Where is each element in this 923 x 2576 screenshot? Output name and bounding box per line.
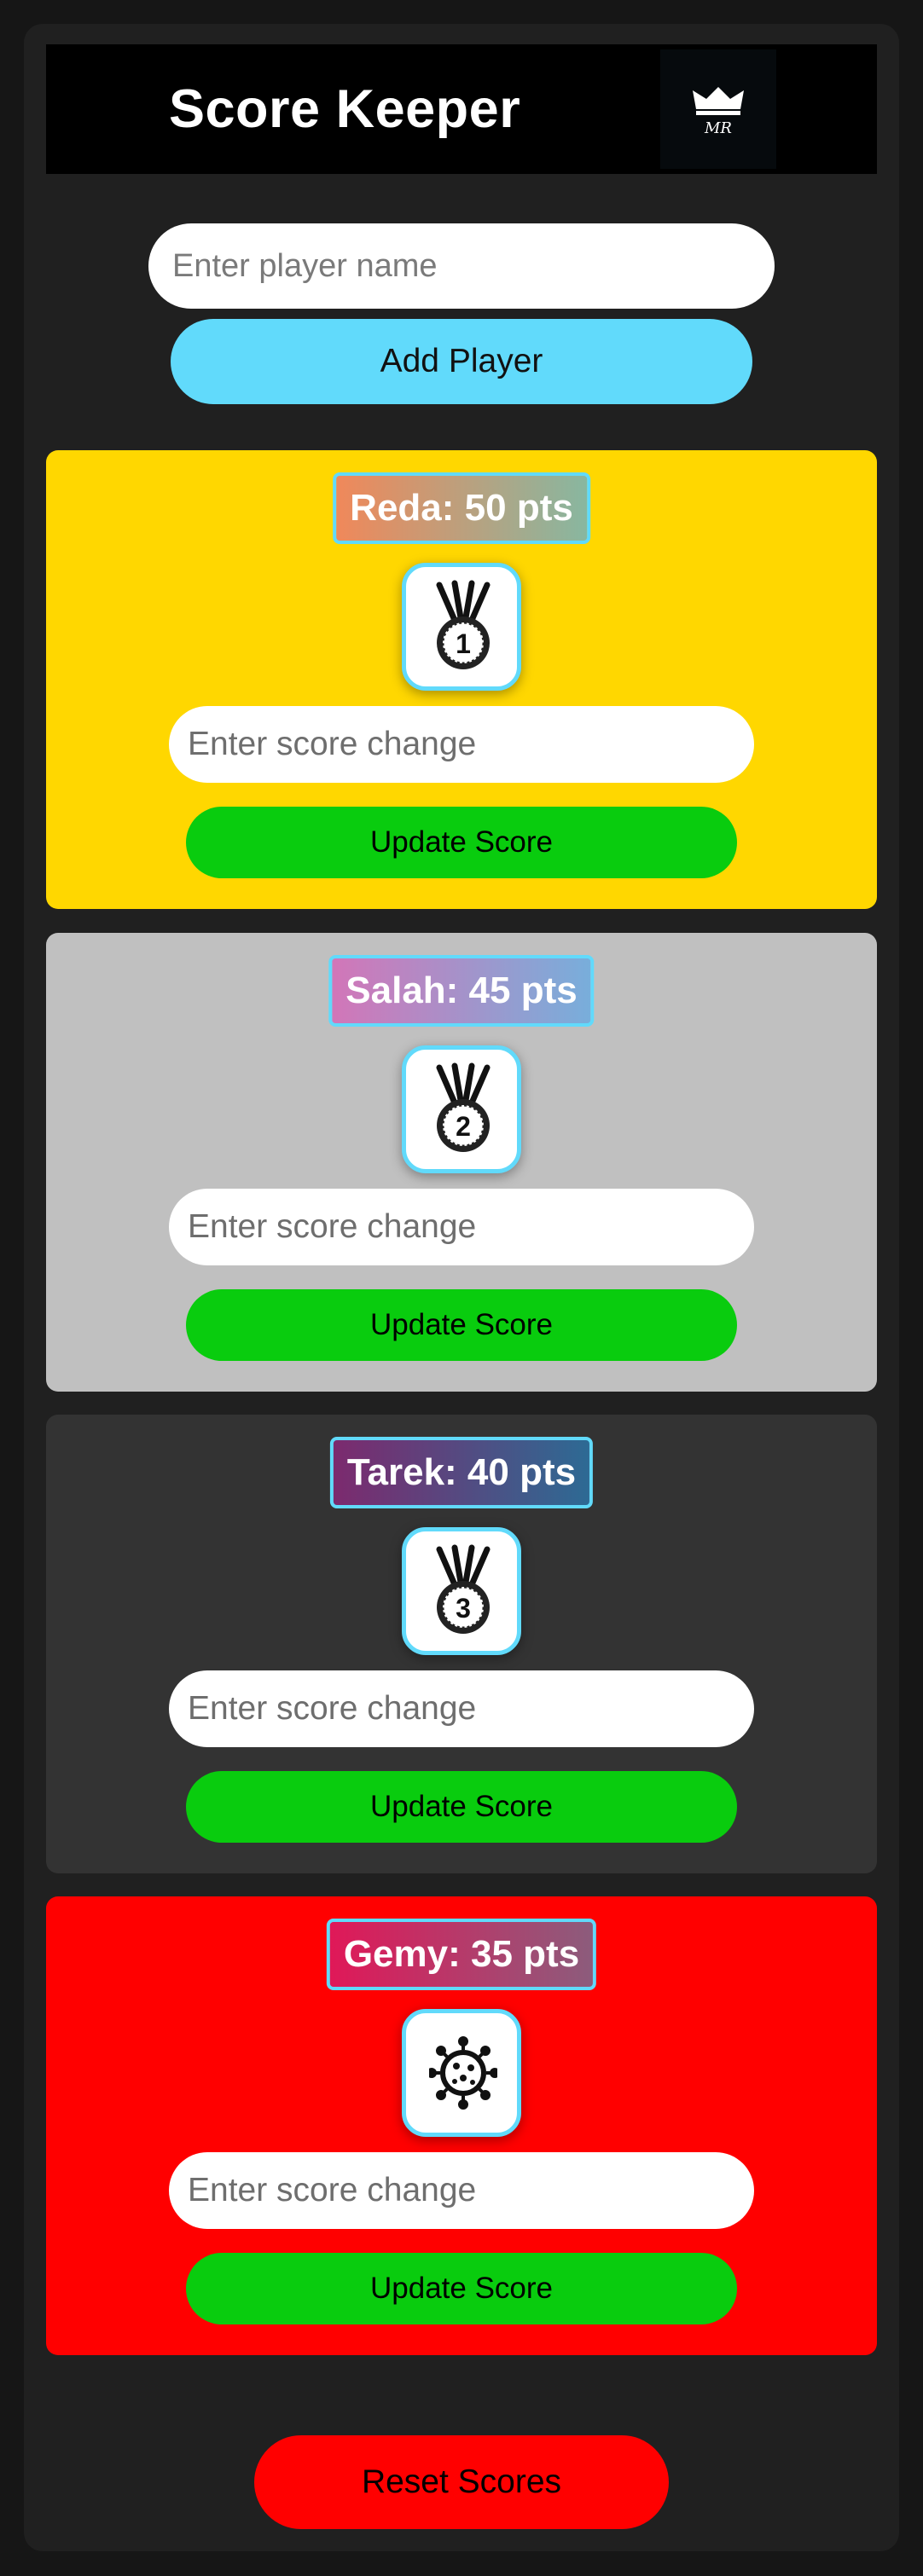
update-score-button[interactable]: Update Score (186, 1289, 737, 1361)
reset-scores-button[interactable]: Reset Scores (254, 2435, 669, 2529)
score-keeper-app: Score Keeper MR Add Player Reda: 50 pts … (24, 24, 899, 2551)
rank-icon-box: 3 (402, 1527, 521, 1655)
medal-1-icon: 1 (436, 580, 491, 669)
player-card-salah: Salah: 45 pts 2 Update Score (46, 933, 877, 1392)
score-change-input[interactable] (169, 706, 754, 783)
logo: MR (660, 49, 776, 169)
add-player-button[interactable]: Add Player (171, 319, 752, 404)
player-score-badge: Reda: 50 pts (333, 472, 590, 544)
update-score-button[interactable]: Update Score (186, 1771, 737, 1843)
app-title: Score Keeper (169, 79, 521, 139)
score-change-input[interactable] (169, 1670, 754, 1747)
player-name-input[interactable] (148, 223, 775, 309)
svg-text:3: 3 (456, 1593, 471, 1624)
player-card-reda: Reda: 50 pts 1 Update Score (46, 450, 877, 909)
score-change-input[interactable] (169, 1189, 754, 1265)
virus-icon (429, 2036, 497, 2110)
update-score-button[interactable]: Update Score (186, 807, 737, 878)
update-score-button[interactable]: Update Score (186, 2253, 737, 2324)
medal-2-icon: 2 (436, 1062, 491, 1152)
player-score-badge: Tarek: 40 pts (329, 1437, 594, 1508)
player-card-tarek: Tarek: 40 pts 3 Update Score (46, 1415, 877, 1873)
svg-text:1: 1 (456, 628, 471, 659)
rank-icon-box: 1 (402, 563, 521, 691)
player-score-badge: Salah: 45 pts (328, 955, 595, 1027)
svg-text:2: 2 (456, 1111, 471, 1142)
logo-text: MR (705, 119, 732, 137)
medal-3-icon: 3 (436, 1544, 491, 1634)
rank-icon-box (402, 2009, 521, 2137)
rank-icon-box: 2 (402, 1045, 521, 1173)
header: Score Keeper MR (46, 44, 877, 174)
score-change-input[interactable] (169, 2152, 754, 2229)
player-score-badge: Gemy: 35 pts (326, 1919, 597, 1990)
crown-icon (693, 87, 744, 115)
player-card-gemy: Gemy: 35 pts Enter score change Update S… (46, 1896, 877, 2355)
